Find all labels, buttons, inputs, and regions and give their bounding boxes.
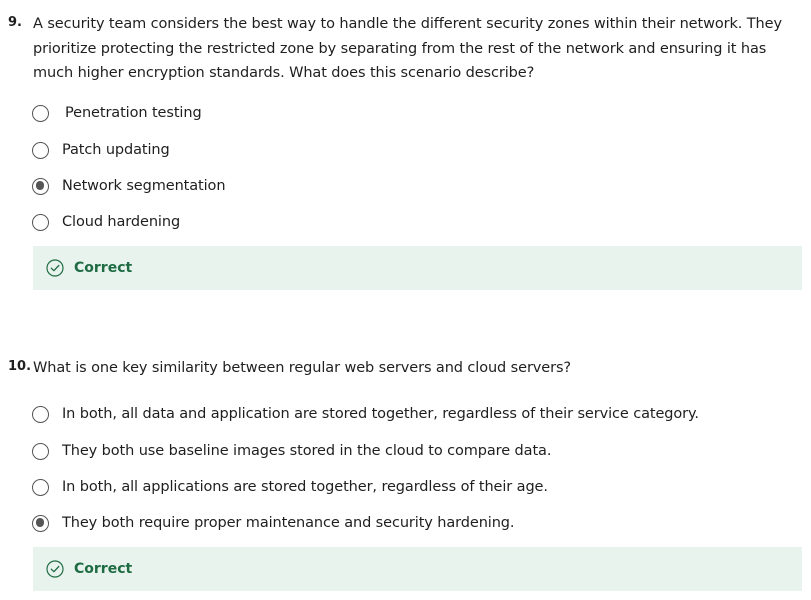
question-number: 9.: [8, 15, 22, 30]
question-number: 10.: [8, 359, 32, 374]
option-network-segmentation[interactable]: Network segmentation: [32, 174, 226, 198]
radio-button[interactable]: [32, 213, 49, 231]
check-circle-icon: [46, 259, 64, 277]
feedback-correct: Correct: [33, 246, 802, 290]
radio-button[interactable]: [32, 478, 49, 496]
option-penetration-testing[interactable]: Penetration testing: [32, 101, 202, 125]
option-label: Network segmentation: [62, 178, 226, 194]
option-label: Patch updating: [62, 142, 170, 158]
option-applications-stored-together[interactable]: In both, all applications are stored tog…: [32, 475, 548, 499]
option-baseline-images[interactable]: They both use baseline images stored in …: [32, 439, 551, 463]
check-circle-icon: [46, 560, 64, 578]
option-data-and-application-stored-together[interactable]: In both, all data and application are st…: [32, 402, 699, 426]
question-text: A security team considers the best way t…: [33, 16, 782, 81]
radio-button-selected[interactable]: [32, 514, 49, 532]
feedback-correct: Correct: [33, 547, 802, 591]
option-label: Penetration testing: [65, 105, 202, 121]
radio-button-selected[interactable]: [32, 177, 49, 195]
radio-button[interactable]: [32, 104, 49, 122]
option-label: In both, all applications are stored tog…: [62, 479, 548, 495]
radio-button[interactable]: [32, 141, 49, 159]
radio-button[interactable]: [32, 405, 49, 423]
feedback-label: Correct: [74, 561, 133, 577]
option-label: They both use baseline images stored in …: [62, 443, 552, 459]
option-maintenance-and-hardening[interactable]: They both require proper maintenance and…: [32, 511, 515, 535]
option-label: Cloud hardening: [62, 214, 181, 230]
option-label: They both require proper maintenance and…: [62, 515, 515, 531]
option-label: In both, all data and application are st…: [62, 406, 699, 422]
question-text: What is one key similarity between regul…: [33, 360, 572, 376]
option-cloud-hardening[interactable]: Cloud hardening: [32, 210, 180, 234]
radio-button[interactable]: [32, 442, 49, 460]
feedback-label: Correct: [74, 260, 133, 276]
option-patch-updating[interactable]: Patch updating: [32, 138, 170, 162]
